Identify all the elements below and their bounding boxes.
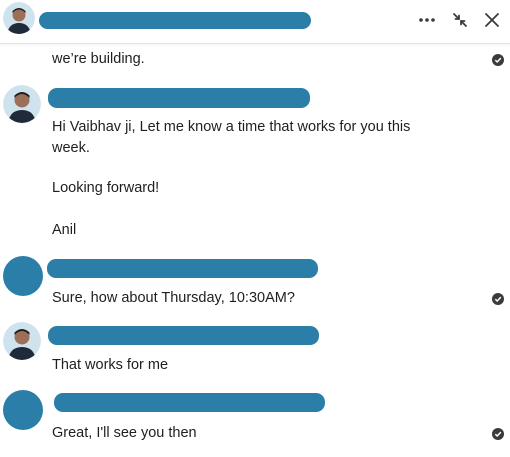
sender-avatar[interactable] (3, 256, 43, 296)
more-horizontal-icon (419, 18, 435, 22)
contact-avatar[interactable] (3, 2, 35, 34)
sender-avatar[interactable] (3, 390, 43, 430)
minimize-button[interactable] (447, 8, 473, 32)
sender-avatar[interactable] (3, 322, 41, 360)
read-receipt-icon (492, 293, 504, 305)
sender-name-redaction (48, 326, 319, 345)
message-text: Sure, how about Thursday, 10:30AM? (52, 290, 295, 306)
close-button[interactable] (479, 8, 505, 32)
more-options-button[interactable] (414, 8, 440, 32)
message-text-line: Hi Vaibhav ji, Let me know a time that w… (52, 119, 411, 135)
message-text: we’re building. (52, 51, 145, 67)
message-text-line: week. (52, 140, 90, 156)
contact-name-redaction (39, 12, 311, 29)
sender-avatar[interactable] (3, 85, 41, 123)
read-receipt-icon (492, 54, 504, 66)
minimize-arrows-icon (453, 13, 467, 27)
message-text: Great, I'll see you then (52, 425, 197, 441)
chat-header (0, 0, 510, 44)
sender-name-redaction (54, 393, 325, 412)
message-signature: Anil (52, 222, 77, 238)
close-icon (485, 13, 499, 27)
message-text-line: Looking forward! (52, 180, 160, 196)
message-text: That works for me (52, 357, 169, 373)
read-receipt-icon (492, 428, 504, 440)
sender-name-redaction (47, 259, 318, 278)
sender-name-redaction (48, 88, 310, 108)
